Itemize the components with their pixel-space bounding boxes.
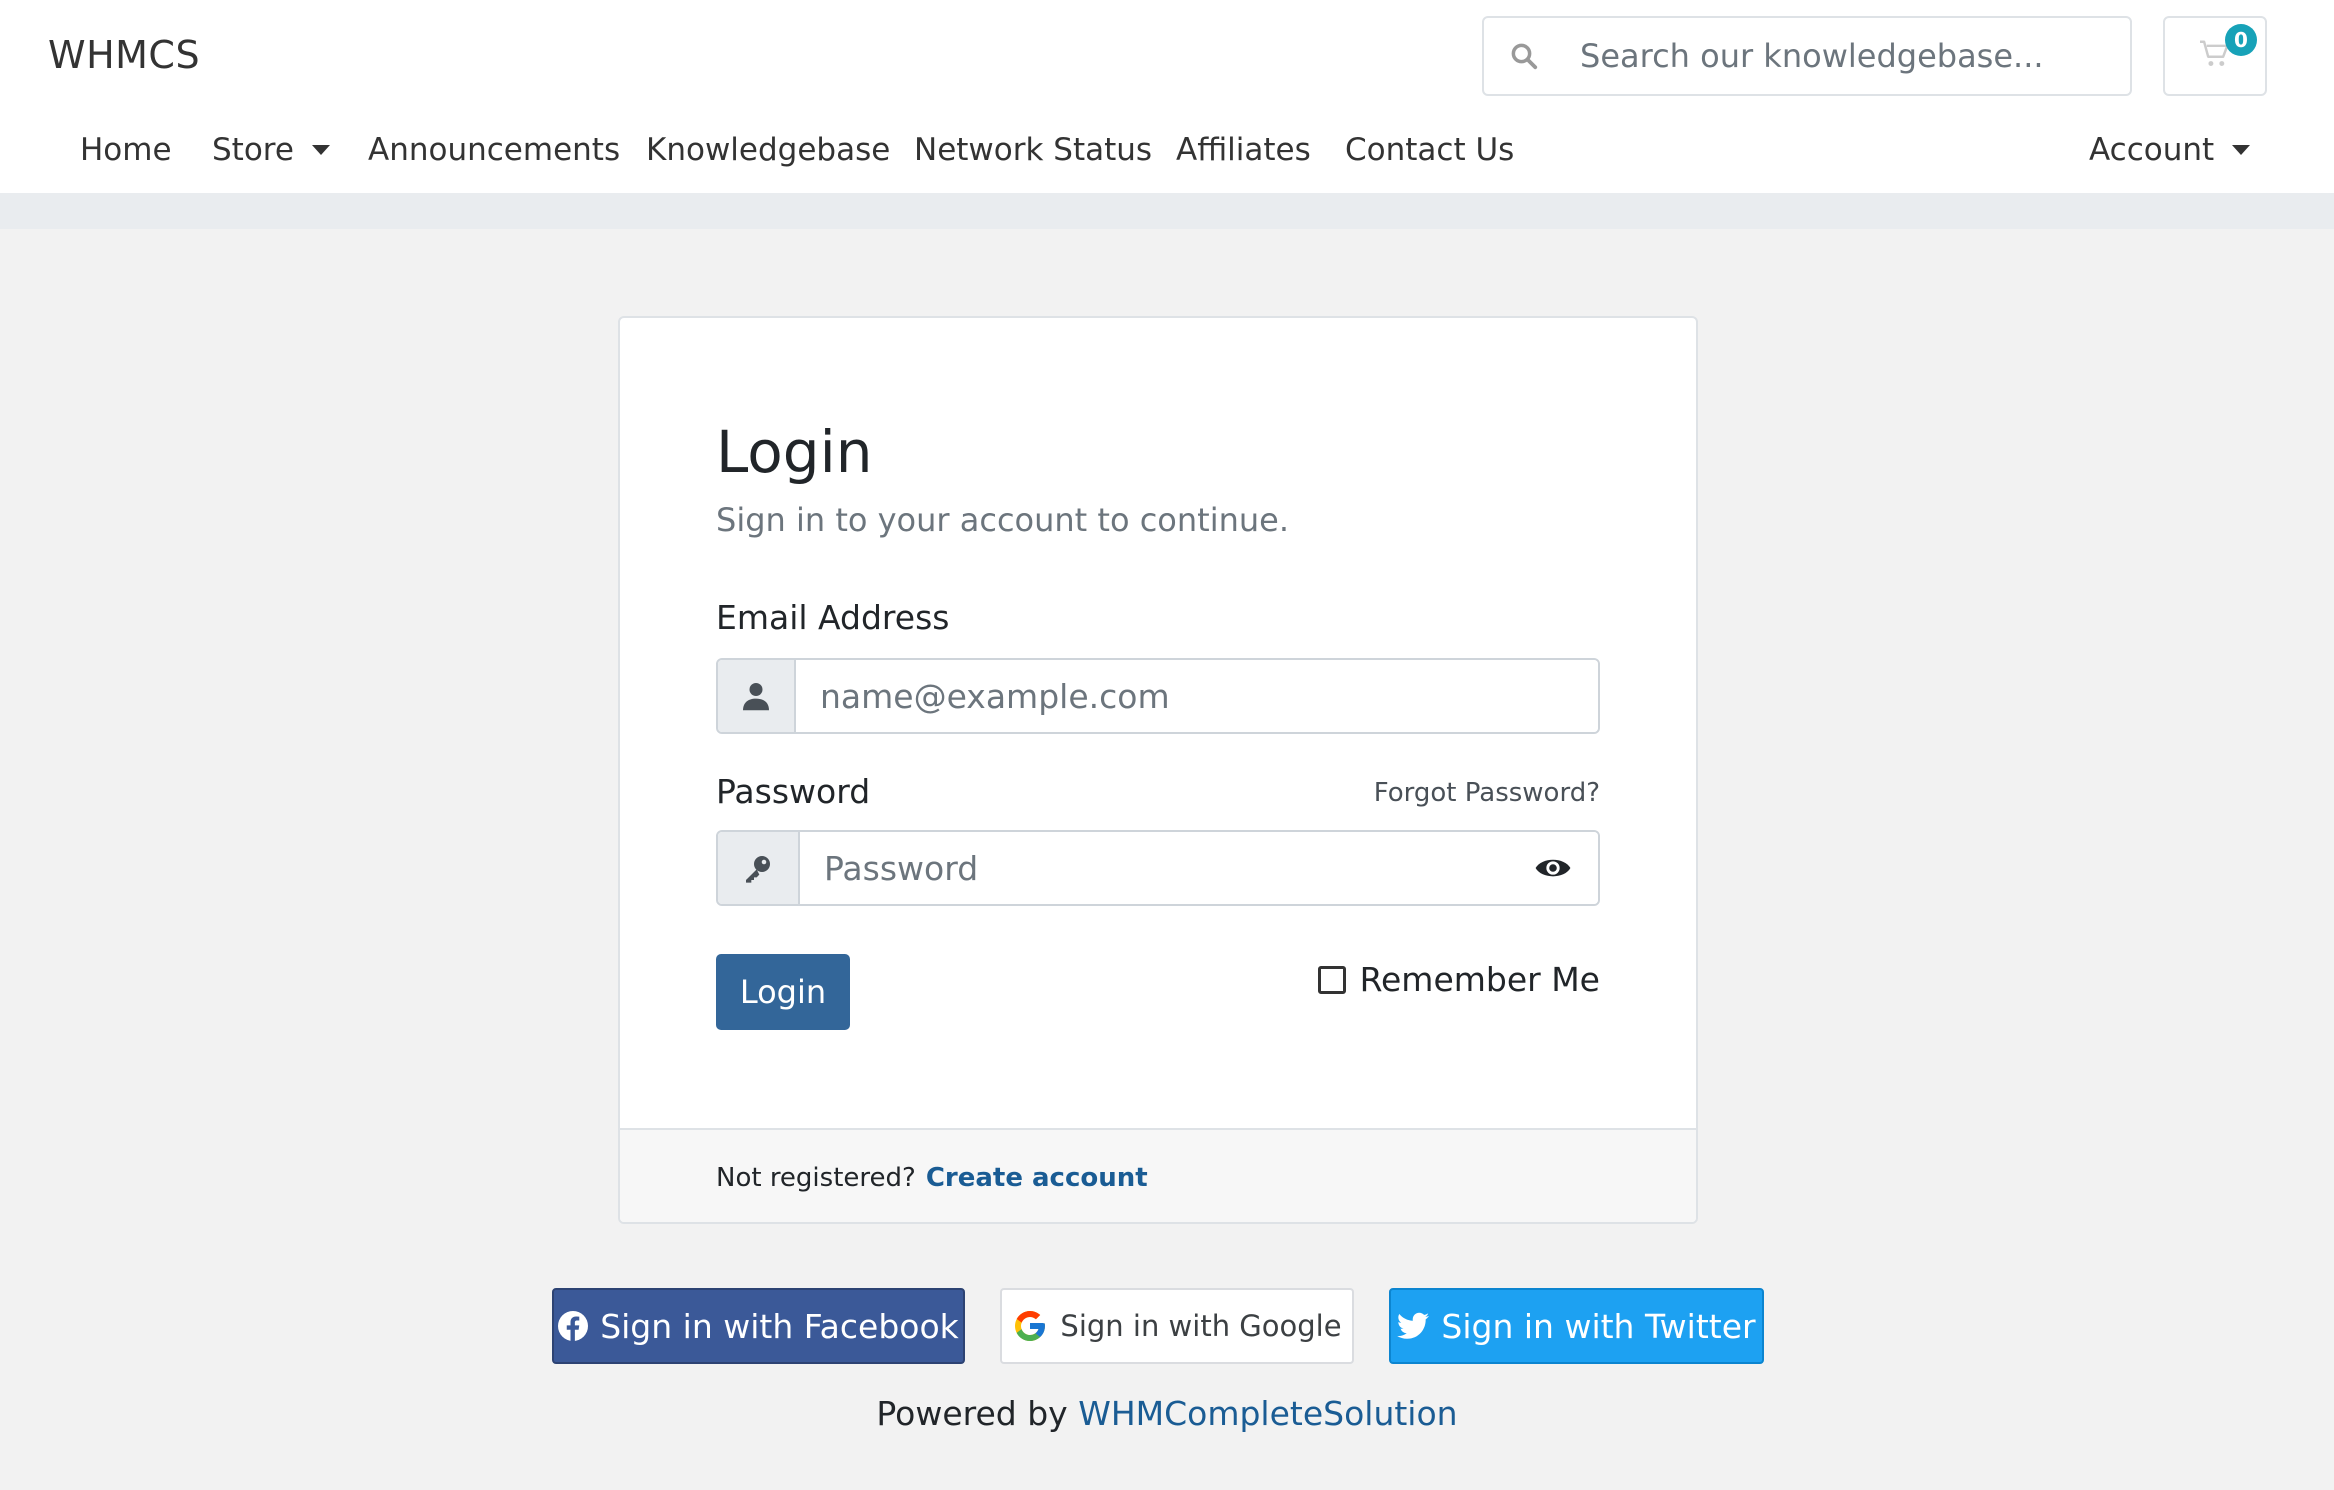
facebook-signin-label: Sign in with Facebook [600,1306,959,1346]
search-input[interactable] [1564,37,2130,75]
nav-label: Affiliates [1176,132,1311,168]
google-signin-label: Sign in with Google [1060,1309,1342,1343]
chevron-down-icon [2232,145,2251,155]
eye-icon[interactable] [1508,832,1598,904]
facebook-signin-button[interactable]: Sign in with Facebook [552,1288,965,1364]
password-label: Password [716,772,871,811]
nav-label: Account [2089,132,2215,168]
brand-logo[interactable]: WHMCS [48,33,200,77]
email-input-group [716,658,1600,734]
nav-item-contact-us[interactable]: Contact Us [1345,132,1514,168]
chevron-down-icon [311,145,330,155]
powered-by: Powered by WHMCompleteSolution [0,1394,2334,1433]
nav-item-store[interactable]: Store [212,132,330,168]
twitter-signin-button[interactable]: Sign in with Twitter [1389,1288,1764,1364]
twitter-signin-label: Sign in with Twitter [1441,1306,1756,1346]
page-subtitle: Sign in to your account to continue. [716,501,1289,539]
search-icon [1484,18,1564,94]
email-label: Email Address [716,598,950,637]
knowledgebase-search[interactable] [1482,16,2132,96]
cart-button[interactable]: 0 [2163,16,2267,96]
key-icon [718,832,800,904]
user-icon [718,660,796,732]
not-registered-text: Not registered? [716,1163,916,1193]
forgot-password-link[interactable]: Forgot Password? [1374,778,1600,808]
breadcrumb-bar [0,193,2334,229]
password-input-group [716,830,1600,906]
nav-item-account[interactable]: Account [2089,132,2251,168]
nav-label: Announcements [368,132,621,168]
login-button[interactable]: Login [716,954,850,1030]
nav-label: Network Status [914,132,1153,168]
powered-by-link[interactable]: WHMCompleteSolution [1078,1394,1457,1433]
nav-item-announcements[interactable]: Announcements [368,132,620,168]
nav-label: Knowledgebase [646,132,891,168]
email-field[interactable] [796,660,1598,732]
page-title: Login [716,418,873,486]
nav-item-network-status[interactable]: Network Status [914,132,1152,168]
remember-me-label: Remember Me [1359,960,1600,999]
google-icon [1015,1311,1046,1341]
remember-me-checkbox[interactable] [1317,965,1346,994]
card-footer: Not registered? Create account [620,1128,1696,1222]
remember-me[interactable]: Remember Me [1317,960,1600,999]
cart-count-badge: 0 [2225,24,2257,56]
nav-item-affiliates[interactable]: Affiliates [1176,132,1311,168]
nav-label: Store [212,132,294,168]
nav-item-knowledgebase[interactable]: Knowledgebase [646,132,890,168]
twitter-icon [1397,1312,1430,1339]
password-field[interactable] [800,832,1508,904]
main-navigation: Home Store Announcements Knowledgebase N… [0,120,2334,193]
google-signin-button[interactable]: Sign in with Google [1000,1288,1354,1364]
nav-item-home[interactable]: Home [80,132,172,168]
powered-by-text: Powered by [876,1394,1068,1433]
facebook-icon [558,1311,589,1341]
create-account-link[interactable]: Create account [926,1163,1148,1193]
site-header: WHMCS 0 Home Store Announcemen [0,0,2334,193]
nav-label: Home [80,132,172,168]
nav-label: Contact Us [1345,132,1515,168]
login-card: Login Sign in to your account to continu… [618,316,1698,1224]
